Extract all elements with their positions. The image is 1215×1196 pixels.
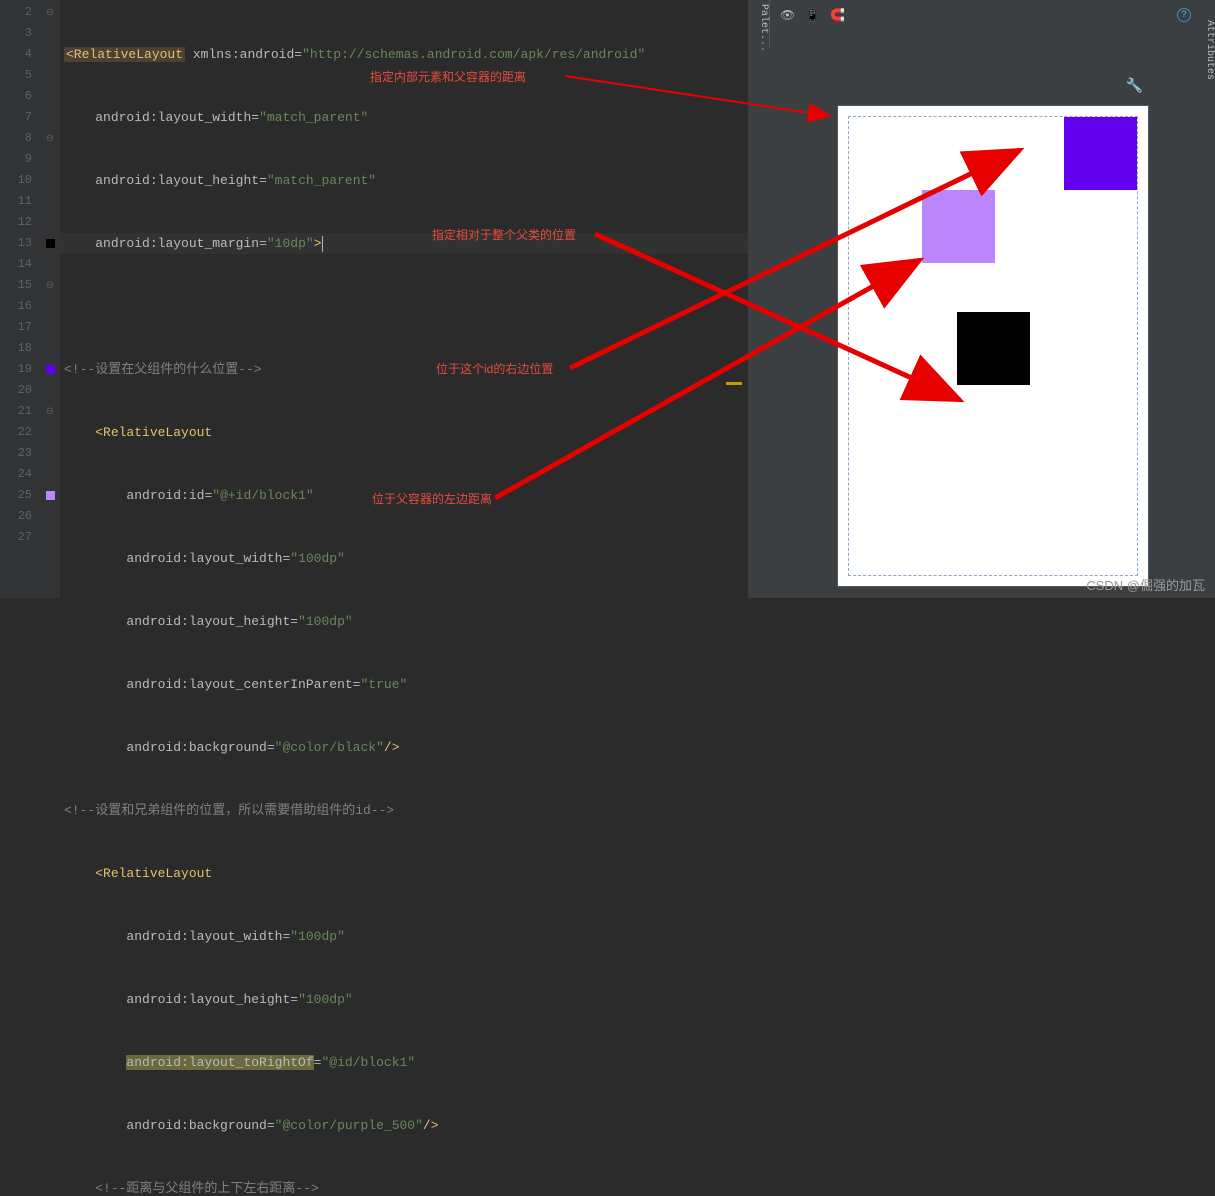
layout-bounds (848, 116, 1138, 576)
xml-tag: <RelativeLayout (95, 866, 212, 881)
cursor (322, 236, 323, 252)
line-gutter: 2345678910111213141516171819202122232425… (0, 0, 40, 598)
icon-gutter: ⊖ ⊖ ⊖ ⊖ (40, 0, 60, 598)
annotation-text: 指定内部元素和父容器的距离 (370, 68, 526, 85)
warning-marker-icon (726, 382, 742, 385)
annotation-text: 位于父容器的左边距离 (372, 490, 492, 507)
wrench-icon[interactable]: 🔧 (1126, 78, 1143, 95)
fold-icon[interactable]: ⊖ (46, 280, 54, 292)
xml-ns: xmlns: (193, 47, 240, 62)
fold-icon[interactable]: ⊖ (46, 7, 54, 19)
color-swatch-icon (46, 491, 55, 500)
watermark: CSDN @倔强的加瓦 (1086, 575, 1205, 594)
palette-tab[interactable]: Palet... (748, 0, 770, 48)
code-body[interactable]: <RelativeLayout xmlns:android="http://sc… (60, 0, 748, 598)
eye-icon[interactable]: 👁 (780, 8, 795, 23)
fold-icon[interactable]: ⊖ (46, 133, 54, 145)
xml-value: "http://schemas.android.com/apk/res/andr… (302, 47, 645, 62)
device-icon[interactable]: 📱 (805, 8, 820, 23)
attributes-tab[interactable]: Attributes (1201, 0, 1215, 100)
block-purple500[interactable] (1064, 117, 1137, 190)
device-frame[interactable] (838, 106, 1148, 586)
preview-toolbar: 👁 📱 🧲 ? (770, 0, 1201, 30)
annotation-text: 位于这个id的右边位置 (436, 360, 553, 377)
xml-tag: <RelativeLayout (95, 425, 212, 440)
block-black[interactable] (957, 312, 1030, 385)
annotation-text: 指定相对于整个父类的位置 (432, 226, 576, 243)
layout-preview: Palet... Attributes 👁 📱 🧲 ? 🔧 (748, 0, 1215, 598)
xml-attr: android (240, 47, 295, 62)
magnet-icon[interactable]: 🧲 (830, 8, 845, 23)
xml-tag: <RelativeLayout (64, 47, 185, 62)
color-swatch-icon (46, 365, 55, 374)
fold-icon[interactable]: ⊖ (46, 406, 54, 418)
xml-comment: <!--设置和兄弟组件的位置，所以需要借助组件的id--> (64, 803, 394, 818)
xml-comment: <!--设置在父组件的什么位置--> (64, 362, 262, 377)
block-purple200[interactable] (922, 190, 995, 263)
highlighted-attr: android:layout_toRightOf (126, 1055, 313, 1070)
color-swatch-icon (46, 239, 55, 248)
help-icon[interactable]: ? (1177, 8, 1191, 22)
xml-comment: <!--距离与父组件的上下左右距离--> (95, 1181, 319, 1196)
code-editor[interactable]: 2345678910111213141516171819202122232425… (0, 0, 748, 598)
